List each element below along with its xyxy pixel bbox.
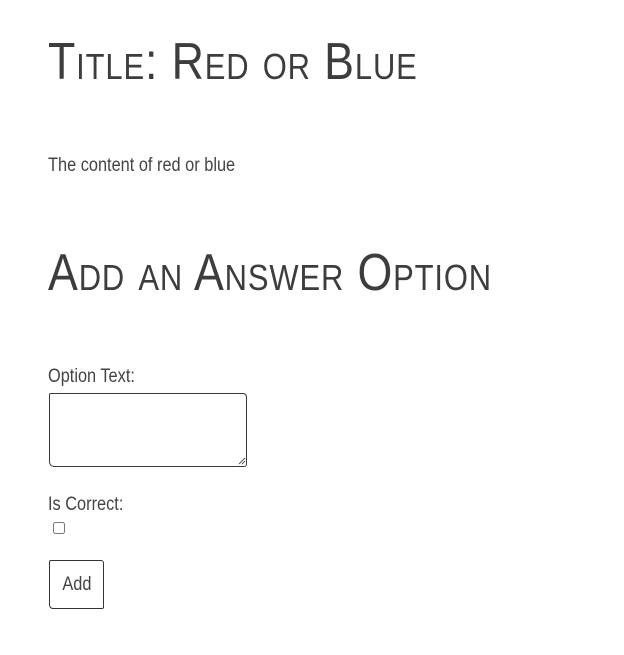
is-correct-checkbox[interactable]	[53, 522, 65, 534]
is-correct-label: Is Correct:	[48, 494, 124, 515]
option-text-label: Option Text:	[48, 366, 135, 387]
add-option-heading: Add an Answer Option	[48, 244, 493, 302]
option-text-input[interactable]	[49, 393, 247, 467]
page-title: Title: Red or Blue	[48, 33, 418, 91]
add-button-label: Add	[61, 573, 92, 595]
add-button[interactable]: Add	[49, 560, 104, 609]
question-content: The content of red or blue	[48, 155, 236, 176]
